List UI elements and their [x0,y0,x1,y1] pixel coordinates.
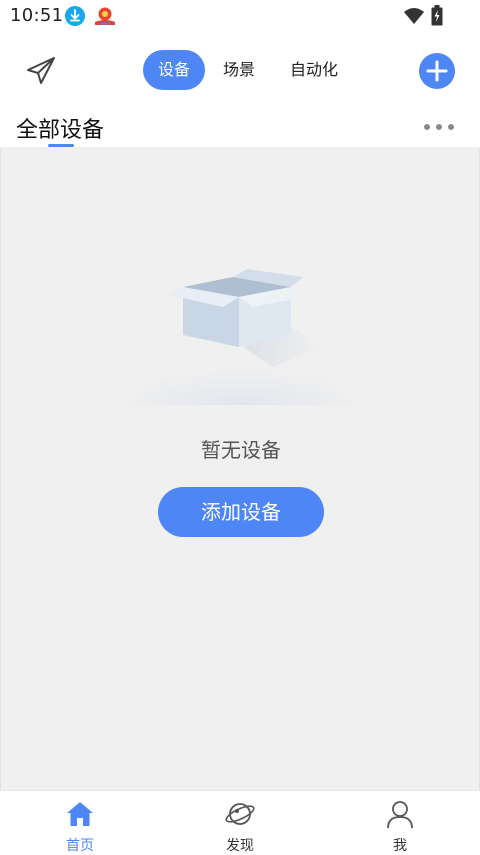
nav-label-home: 首页 [66,838,94,854]
app-notification-icon [93,5,117,27]
add-button[interactable] [419,53,455,89]
add-device-button[interactable]: 添加设备 [158,487,324,537]
download-icon [65,6,85,26]
user-icon [385,799,415,829]
empty-message: 暂无设备 [201,438,281,462]
battery-charging-icon [431,5,443,26]
nav-item-discover[interactable]: 发现 [195,791,285,854]
nav-item-me[interactable]: 我 [355,791,445,854]
section-title: 全部设备 [16,118,105,143]
plus-icon [426,60,448,82]
tab-scenes[interactable]: 场景 [221,50,257,90]
status-time: 10:51 [10,5,64,26]
nav-label-me: 我 [393,838,407,854]
paper-plane-icon[interactable] [24,54,58,86]
status-bar: 10:51 [0,0,480,34]
wifi-icon [403,7,425,25]
nav-label-discover: 发现 [226,838,254,854]
nav-item-home[interactable]: 首页 [35,791,125,854]
bottom-nav: 首页 发现 我 [0,790,480,854]
top-bar: 设备 场景 自动化 [0,34,480,106]
device-list-area: 暂无设备 添加设备 [0,147,480,790]
home-icon [65,799,95,829]
tab-devices[interactable]: 设备 [143,50,205,90]
tab-automation[interactable]: 自动化 [289,50,339,90]
more-dots-icon[interactable] [422,120,456,134]
section-header: 全部设备 [0,106,480,147]
empty-box-icon [123,255,359,415]
planet-icon [225,799,255,829]
